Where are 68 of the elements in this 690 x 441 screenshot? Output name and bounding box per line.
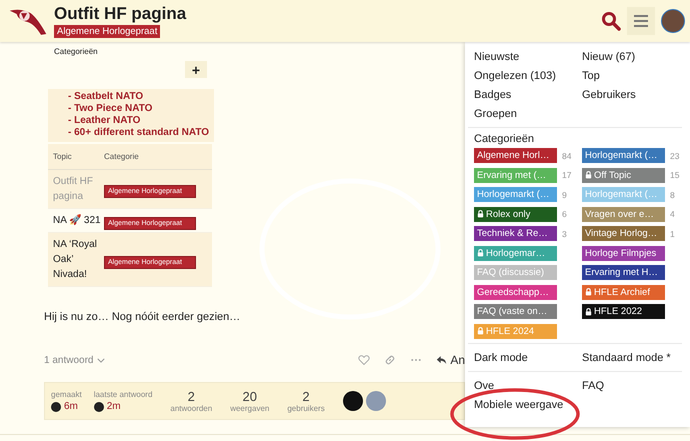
category-badge[interactable]: Off Topic (582, 168, 665, 182)
menu-link[interactable]: Gebruikers (582, 88, 690, 102)
topic-count: 23 (670, 150, 680, 160)
category-badge[interactable]: Techniek & Re… (474, 226, 557, 241)
stat-value: 2 (301, 389, 311, 404)
category-badge[interactable]: Horlogemarkt (… (582, 148, 665, 163)
topic-title[interactable]: Outfit HF pagina (54, 4, 186, 24)
topic-count: 84 (562, 150, 572, 160)
menu-button[interactable] (627, 7, 655, 35)
stat-label: weergaven (230, 404, 270, 413)
topic-link[interactable]: NA 🚀 321 (48, 209, 103, 232)
stat-time[interactable]: 6m (64, 401, 78, 412)
category-badge[interactable]: Algemene Horlogepraat (54, 25, 160, 38)
nato-line: - Seatbelt NATO (67, 91, 144, 103)
reply-icon[interactable] (436, 355, 448, 365)
category-badge[interactable]: Rolex only (474, 206, 557, 222)
nato-line: - Leather NATO (67, 115, 142, 127)
menu-link[interactable]: Dark mode (474, 350, 582, 364)
menu-link[interactable]: FAQ (582, 378, 690, 392)
chevron-down-icon[interactable] (97, 358, 106, 362)
category-badge[interactable]: Horloge Filmpjes (582, 246, 665, 260)
topic-count: 9 (562, 190, 567, 200)
nato-line: - 60+ different standard NATO (67, 127, 210, 139)
nato-line: - Two Piece NATO (67, 103, 154, 115)
category-badge[interactable]: Algemene Horl… (474, 148, 557, 163)
search-icon[interactable] (601, 11, 621, 31)
user-avatar[interactable] (94, 402, 104, 412)
category-badge[interactable]: FAQ (vaste on… (474, 304, 557, 319)
category-badge[interactable]: HFLE Archief (582, 284, 665, 300)
stat-label: laatste antwoord (94, 390, 152, 399)
user-avatar[interactable] (51, 402, 61, 412)
menu-link[interactable]: Badges (474, 88, 582, 102)
section-title: Categorieën (474, 133, 535, 145)
add-button[interactable]: + (185, 61, 207, 78)
user-avatar[interactable] (342, 391, 363, 411)
topic-count: 6 (562, 209, 567, 219)
topic-count: 8 (670, 190, 675, 200)
menu-link[interactable]: Groepen (474, 107, 582, 121)
user-avatar[interactable] (661, 9, 685, 33)
stat-label: antwoorden (170, 404, 212, 413)
reply-button[interactable]: An (436, 353, 465, 367)
menu-link[interactable]: Ove (474, 378, 582, 392)
stat-label: gebruikers (287, 404, 325, 413)
widget-title: Categorieën (54, 47, 99, 56)
category-badge[interactable]: Vintage Horlog… (582, 226, 665, 241)
column-header: Categorie (103, 152, 139, 161)
category-badge[interactable]: Gereedschapp… (474, 284, 557, 300)
post-text: Hij is nu zo… Nog nóóit eerder gezien… (44, 311, 242, 323)
stat-label: gemaakt (51, 390, 82, 399)
topic-count: 17 (562, 170, 572, 180)
topic-count: 1 (670, 228, 675, 238)
topic-link[interactable]: NA ‘Royal Oak’ Nivada! (48, 233, 103, 286)
menu-link[interactable]: Ongelezen (103) (474, 69, 582, 83)
topic-count: 15 (670, 170, 680, 180)
replies-toggle[interactable]: 1 antwoord (44, 354, 94, 366)
column-header: Topic (52, 151, 73, 163)
category-badge[interactable]: Ervaring met H… (582, 265, 665, 280)
stat-value: 2 (186, 389, 196, 404)
topic-count: 4 (670, 209, 675, 219)
menu-link[interactable]: Top (582, 69, 690, 83)
menu-link[interactable]: Nieuwste (474, 50, 582, 64)
menu-link[interactable]: Standaard mode * (582, 350, 690, 364)
category-badge[interactable]: HFLE 2022 (582, 304, 665, 319)
menu-link[interactable]: Nieuw (67) (582, 50, 690, 64)
topic-count: 3 (562, 228, 567, 238)
menu-icon[interactable] (633, 14, 649, 28)
stat-time[interactable]: 2m (106, 401, 121, 412)
stat-value: 20 (242, 389, 258, 404)
